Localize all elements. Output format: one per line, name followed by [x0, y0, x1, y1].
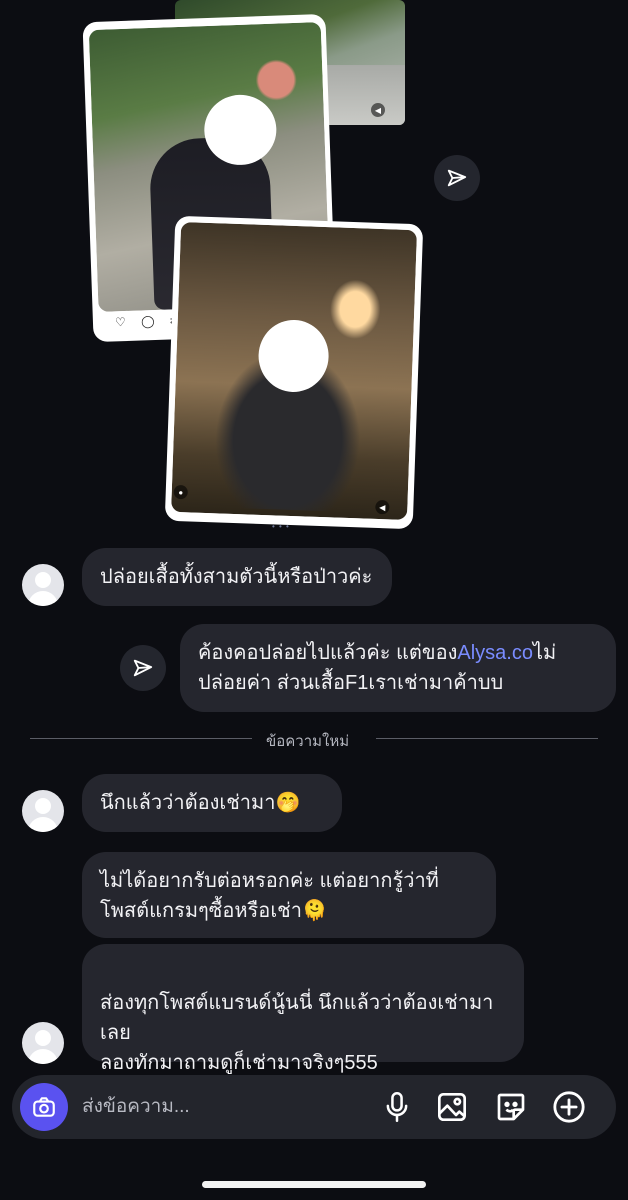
- message-bubble-sent[interactable]: ค้องคอปล่อยไปแล้วค่ะ แต่ของAlysa.coไม่ปล…: [180, 624, 616, 712]
- message-bubble[interactable]: ไม่ได้อยากรับต่อหรอกค่ะ แต่อยากรู้ว่าที่…: [82, 852, 496, 938]
- send-icon: [447, 169, 467, 187]
- message-bubble[interactable]: ปล่อยเสื้อทั้งสามตัวนี้หรือป่าวค่ะ: [82, 548, 392, 606]
- sticker-button[interactable]: [493, 1089, 529, 1125]
- message-input[interactable]: [82, 1093, 342, 1121]
- gallery-button[interactable]: [434, 1089, 470, 1125]
- forward-button[interactable]: [434, 155, 480, 201]
- message-bubble[interactable]: นึกแล้วว่าต้องเช่ามา🤭: [82, 774, 342, 832]
- message-link[interactable]: Alysa.co: [457, 642, 533, 664]
- carousel-dots: • • •: [272, 522, 290, 531]
- image-icon: [438, 1093, 466, 1121]
- camera-icon: [33, 1097, 55, 1117]
- message-bubble[interactable]: ส่องทุกโพสต์แบรนด์นู้นนี่ นึกแล้วว่าต้อง…: [82, 944, 524, 1074]
- message-text: ส่องทุกโพสต์แบรนด์นู้นนี่ นึกแล้วว่าต้อง…: [100, 992, 494, 1074]
- sticker-icon: [497, 1093, 525, 1121]
- avatar[interactable]: [22, 564, 64, 606]
- message-text: ไม่ได้อยากรับต่อหรอกค่ะ แต่อยากรู้ว่าที่…: [100, 870, 439, 922]
- divider-line: [30, 738, 252, 739]
- avatar[interactable]: [22, 790, 64, 832]
- forward-button[interactable]: [120, 645, 166, 691]
- divider-line: [376, 738, 598, 739]
- mic-icon: [386, 1092, 408, 1122]
- new-messages-label: ข้อความใหม่: [266, 733, 350, 750]
- more-button[interactable]: [551, 1089, 587, 1125]
- home-indicator: [202, 1181, 426, 1188]
- plus-icon: [553, 1091, 585, 1123]
- send-icon: [133, 659, 153, 677]
- message-text: ปล่อยเสื้อทั้งสามตัวนี้หรือป่าวค่ะ: [100, 566, 373, 588]
- mute-icon: ◀: [371, 103, 385, 117]
- message-composer: [12, 1075, 616, 1139]
- avatar[interactable]: [22, 1022, 64, 1064]
- mic-button[interactable]: [379, 1089, 415, 1125]
- shared-post-card-2[interactable]: ● ◀: [164, 215, 424, 530]
- camera-button[interactable]: [20, 1083, 68, 1131]
- message-text: นึกแล้วว่าต้องเช่ามา🤭: [100, 792, 301, 814]
- message-text: ค้องคอปล่อยไปแล้วค่ะ แต่ของ: [198, 642, 458, 664]
